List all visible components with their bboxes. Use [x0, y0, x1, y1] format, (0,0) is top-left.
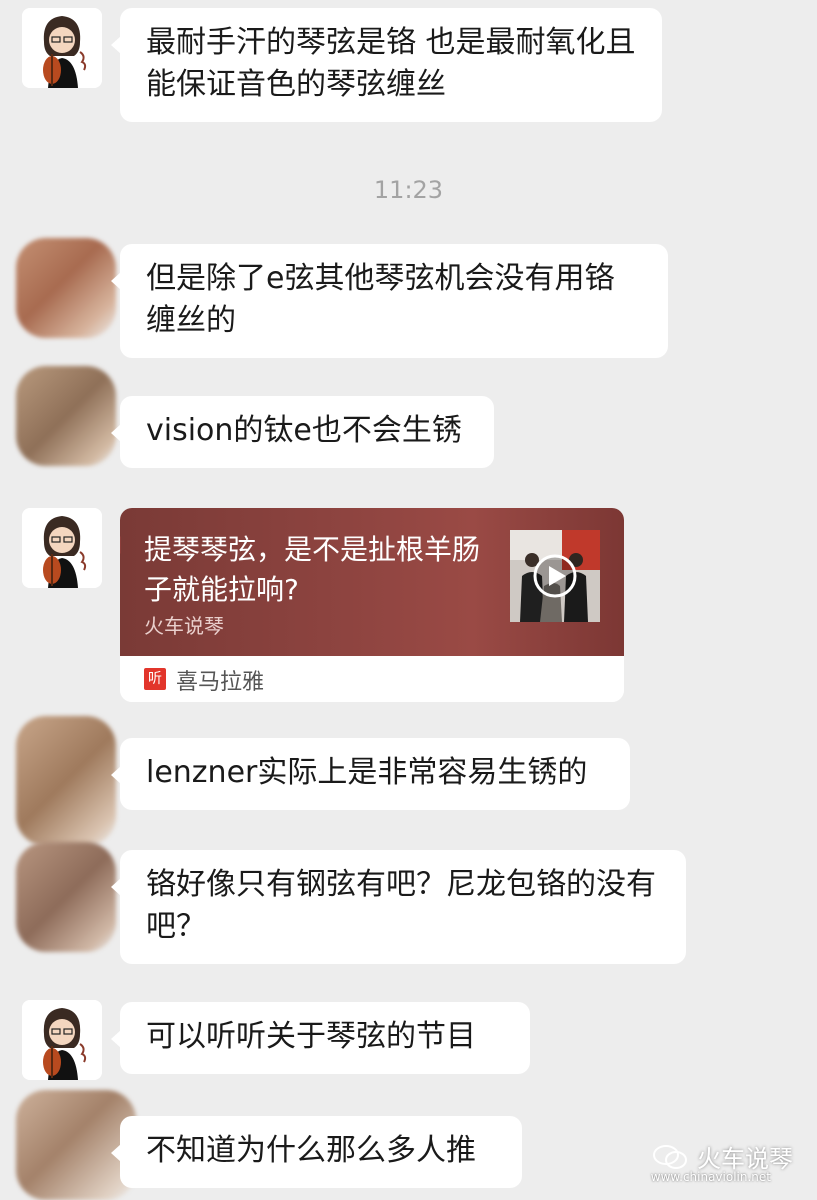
share-card-footer: 听 喜马拉雅	[120, 656, 624, 702]
message-bubble[interactable]: vision的钛e也不会生锈	[111, 396, 494, 468]
message-text: 最耐手汗的琴弦是铬 也是最耐氧化且能保证音色的琴弦缠丝	[146, 25, 636, 102]
message-bubble[interactable]: 可以听听关于琴弦的节目	[111, 1002, 530, 1074]
message-text: 铬好像只有钢弦有吧？尼龙包铬的没有吧？	[146, 867, 656, 944]
share-card-title: 提琴琴弦，是不是扯根羊肠子就能拉响?	[144, 533, 481, 606]
avatar[interactable]	[16, 842, 116, 952]
avatar[interactable]	[16, 366, 116, 466]
avatar[interactable]	[22, 1000, 102, 1080]
avatar[interactable]	[16, 238, 116, 338]
message-text: vision的钛e也不会生锈	[146, 413, 462, 448]
message-bubble[interactable]: lenzner实际上是非常容易生锈的	[111, 738, 630, 810]
watermark-name: 火车说琴	[697, 1145, 793, 1173]
ximalaya-icon: 听	[144, 668, 166, 690]
message-text: 但是除了e弦其他琴弦机会没有用铬缠丝的	[146, 261, 615, 338]
avatar[interactable]	[22, 508, 102, 588]
message-bubble[interactable]: 但是除了e弦其他琴弦机会没有用铬缠丝的	[111, 244, 668, 358]
avatar[interactable]	[22, 8, 102, 88]
message-bubble[interactable]: 最耐手汗的琴弦是铬 也是最耐氧化且能保证音色的琴弦缠丝	[111, 8, 662, 122]
share-card-source: 火车说琴	[144, 614, 224, 638]
message-bubble[interactable]: 铬好像只有钢弦有吧？尼龙包铬的没有吧？	[111, 850, 686, 964]
message-bubble[interactable]: 不知道为什么那么多人推	[111, 1116, 522, 1188]
avatar[interactable]	[16, 716, 116, 846]
message-text: lenzner实际上是非常容易生锈的	[146, 755, 588, 790]
timestamp: 11:23	[373, 176, 444, 204]
share-card-header: 提琴琴弦，是不是扯根羊肠子就能拉响? 火车说琴	[120, 508, 624, 656]
message-text: 不知道为什么那么多人推	[146, 1133, 476, 1168]
message-text: 可以听听关于琴弦的节目	[146, 1019, 476, 1054]
watermark-url: www.chinaviolin.net	[650, 1170, 771, 1184]
share-card-app-name: 喜马拉雅	[176, 670, 265, 695]
wechat-icon	[653, 1145, 687, 1169]
share-card[interactable]: 提琴琴弦，是不是扯根羊肠子就能拉响? 火车说琴 听 喜马拉雅	[120, 508, 624, 702]
chat-area: 最耐手汗的琴弦是铬 也是最耐氧化且能保证音色的琴弦缠丝 11:23 但是除了e弦…	[0, 0, 817, 1200]
video-thumbnail[interactable]	[510, 530, 600, 622]
